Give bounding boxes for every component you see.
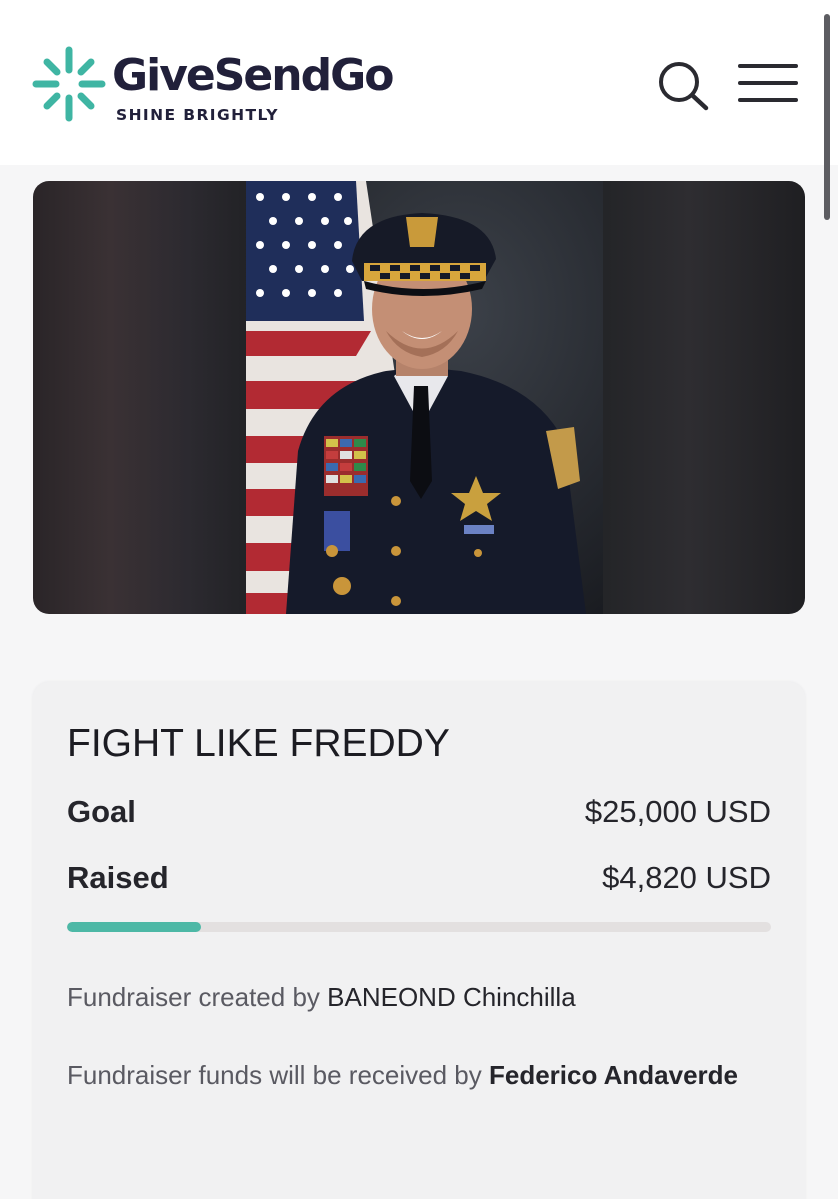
creator-name[interactable]: BANEOND Chinchilla [327,982,576,1012]
fundraiser-page: GiveSendGo SHINE BRIGHTLY FIGHT LIKE FRE… [0,0,838,1199]
menu-button[interactable] [738,64,798,108]
hamburger-menu-icon [738,64,798,102]
search-icon [659,62,709,111]
goal-label: Goal [67,794,136,829]
creator-prefix: Fundraiser created by [67,982,320,1012]
starburst-logo-icon [32,46,106,122]
campaign-image [33,181,805,614]
progress-bar [67,922,771,932]
recipient-name: Federico Andaverde [489,1060,739,1090]
goal-value: $25,000 USD [584,794,771,829]
brand-name: GiveSendGo [112,50,394,101]
search-button[interactable] [656,60,712,112]
progress-bar-fill [67,922,201,932]
creator-line: Fundraiser created by BANEOND Chinchilla [67,982,576,1013]
officer-portrait-photo [246,181,603,614]
campaign-card: FIGHT LIKE FREDDY Goal $25,000 USD Raise… [33,682,805,1199]
recipient-prefix: Fundraiser funds will be received by [67,1060,482,1090]
scrollbar[interactable] [824,14,830,220]
site-header: GiveSendGo SHINE BRIGHTLY [0,0,838,165]
raised-value: $4,820 USD [602,860,771,895]
raised-label: Raised [67,860,169,895]
recipient-line: Fundraiser funds will be received by Fed… [67,1056,747,1095]
brand-tagline: SHINE BRIGHTLY [116,106,279,124]
campaign-title: FIGHT LIKE FREDDY [67,722,450,765]
